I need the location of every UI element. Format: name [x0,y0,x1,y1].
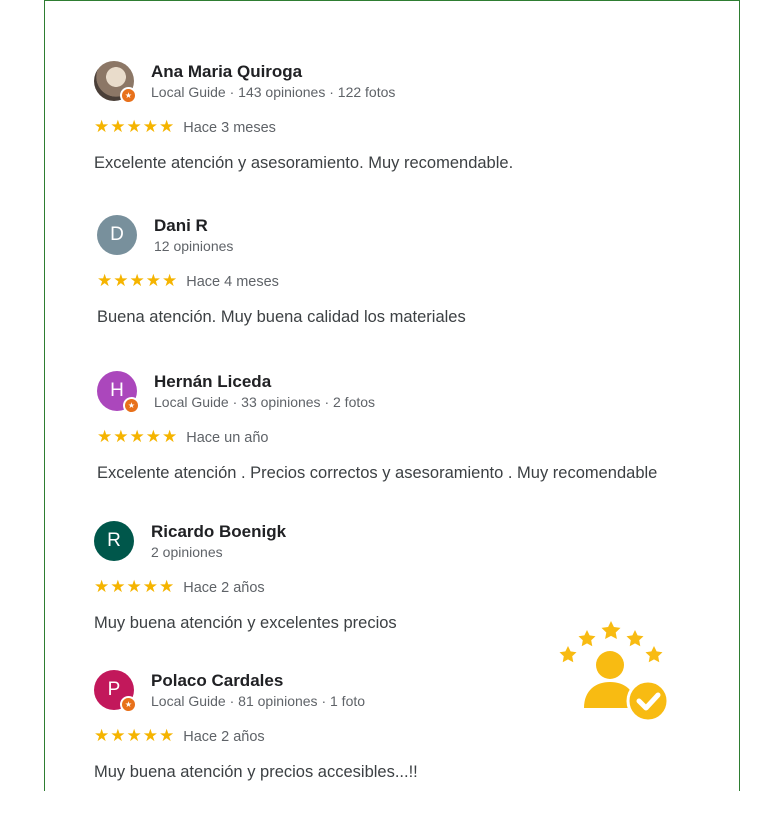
star-icon: ★ [94,117,110,137]
avatar-initial: H [110,380,124,401]
reviewer-meta: Local Guide · 33 opiniones · 2 fotos [154,394,376,410]
star-rating: ★ ★ ★ ★ ★ [97,273,177,290]
star-icon: ★ [162,271,178,291]
rating-row: ★ ★ ★ ★ ★ Hace 2 años [94,728,265,745]
avatar[interactable]: D [97,215,137,255]
review-text: Buena atención. Muy buena calidad los ma… [97,308,466,326]
star-icon [601,621,621,639]
star-icon: ★ [159,117,175,137]
local-guide-badge-icon: ★ [120,696,137,713]
star-icon: ★ [110,117,126,137]
avatar[interactable]: ★ [94,61,137,104]
star-icon [626,630,644,647]
reviewer-name[interactable]: Dani R [154,216,208,236]
review-text: Excelente atención . Precios correctos y… [97,464,658,482]
avatar[interactable]: R [94,521,134,561]
star-icon: ★ [142,117,158,137]
reviewer-meta: Local Guide · 81 opiniones · 1 foto [151,693,366,709]
star-icon: ★ [129,271,145,291]
star-icon: ★ [126,117,142,137]
star-rating: ★ ★ ★ ★ ★ [94,119,174,136]
star-icon: ★ [97,427,113,447]
avatar[interactable]: H ★ [97,371,140,414]
star-icon: ★ [113,427,129,447]
local-guide-badge-icon: ★ [120,87,137,104]
star-rating: ★ ★ ★ ★ ★ [94,728,174,745]
star-icon [578,630,596,647]
reviewer-name[interactable]: Ricardo Boenigk [151,522,286,542]
rating-row: ★ ★ ★ ★ ★ Hace 4 meses [97,273,279,290]
star-icon: ★ [113,271,129,291]
rating-row: ★ ★ ★ ★ ★ Hace 3 meses [94,119,276,136]
rating-row: ★ ★ ★ ★ ★ Hace un año [97,429,268,446]
review-date: Hace 2 años [183,728,265,745]
star-icon: ★ [110,726,126,746]
check-badge [626,679,670,723]
review-text: Excelente atención y asesoramiento. Muy … [94,154,514,172]
local-guide-badge-icon: ★ [123,397,140,414]
review-text: Muy buena atención y excelentes precios [94,614,397,632]
avatar-initial: R [107,530,121,551]
reviewer-meta: 12 opiniones [154,238,234,254]
star-icon: ★ [126,577,142,597]
star-icon: ★ [162,427,178,447]
avatar-initial: P [107,679,121,700]
review-date: Hace 3 meses [183,119,276,136]
star-icon: ★ [159,577,175,597]
review-date: Hace 2 años [183,579,265,596]
reviewer-meta: 2 opiniones [151,544,223,560]
star-icon: ★ [142,577,158,597]
person-head [596,651,624,679]
reviewer-meta: Local Guide · 143 opiniones · 122 fotos [151,84,396,100]
reviewer-name[interactable]: Hernán Liceda [154,372,271,392]
star-icon: ★ [145,271,161,291]
reviewer-name[interactable]: Polaco Cardales [151,671,283,691]
avatar[interactable]: P ★ [94,670,137,713]
customer-rating-icon [559,621,670,723]
avatar-initial: D [110,224,124,245]
star-icon: ★ [145,427,161,447]
star-rating: ★ ★ ★ ★ ★ [94,579,174,596]
star-icon: ★ [126,726,142,746]
rating-row: ★ ★ ★ ★ ★ Hace 2 años [94,579,265,596]
star-icon: ★ [94,726,110,746]
star-icon: ★ [97,271,113,291]
star-icon: ★ [159,726,175,746]
star-icon: ★ [129,427,145,447]
review-date: Hace un año [186,429,269,446]
reviewer-name[interactable]: Ana Maria Quiroga [151,62,302,82]
review-text: Muy buena atención y precios accesibles.… [94,763,418,781]
star-icon [559,646,577,663]
star-icon: ★ [110,577,126,597]
star-icon: ★ [142,726,158,746]
review-date: Hace 4 meses [186,273,279,290]
star-icon: ★ [94,577,110,597]
star-rating: ★ ★ ★ ★ ★ [97,429,177,446]
star-icon [645,646,663,663]
